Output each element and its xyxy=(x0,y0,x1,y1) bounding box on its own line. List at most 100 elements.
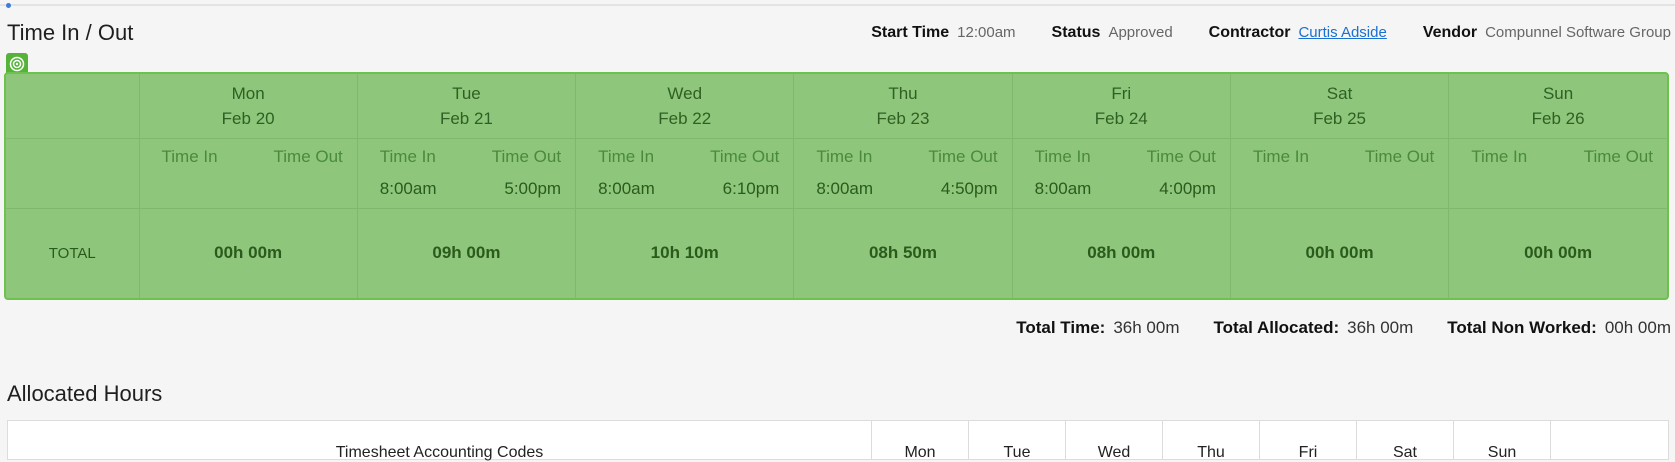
column-header xyxy=(1551,421,1668,459)
day-date: Feb 23 xyxy=(876,108,930,128)
column-header: Fri xyxy=(1260,421,1357,461)
time-out-label: Time Out xyxy=(491,147,562,166)
total-time-value: 36h 00m xyxy=(1113,318,1180,337)
allocated-hours-title: Allocated Hours xyxy=(7,381,163,406)
day-header: Thu Feb 23 xyxy=(793,74,1013,139)
day-name: Fri xyxy=(1111,83,1132,103)
column-header: Wed xyxy=(1066,421,1163,461)
total-allocated: Total Allocated: 36h 00m xyxy=(1214,318,1414,338)
time-in-label: Time In xyxy=(1252,147,1309,166)
meta-status: Status Approved xyxy=(1052,24,1173,42)
total-label: TOTAL xyxy=(6,207,140,298)
day-name: Sat xyxy=(1326,83,1353,103)
time-in-label: Time In xyxy=(379,147,436,166)
meta-vendor: Vendor Compunnel Software Group xyxy=(1423,24,1671,42)
time-out-label: Time Out xyxy=(1364,147,1435,166)
timesheet-meta: Start Time 12:00am Status Approved Contrac… xyxy=(871,24,1671,42)
row-label-cell xyxy=(6,137,140,209)
day-header: Fri Feb 24 xyxy=(1011,74,1231,139)
day-times: Time In Time Out 8:00am 5:00pm xyxy=(356,137,577,209)
time-in-value: 8:00am xyxy=(379,179,437,198)
total-non-worked-label: Total Non Worked: xyxy=(1447,318,1597,337)
total-non-worked-value: 00h 00m xyxy=(1604,318,1671,337)
time-in-value: 8:00am xyxy=(1034,179,1092,198)
time-in-value: 8:00am xyxy=(816,179,874,198)
day-name: Thu xyxy=(888,83,918,103)
day-total: 10h 10m xyxy=(575,207,795,298)
total-time: Total Time: 36h 00m xyxy=(1016,318,1179,338)
meta-start-time: Start Time 12:00am xyxy=(871,24,1015,42)
day-total: 08h 50m xyxy=(793,207,1013,298)
day-times: Time In Time Out xyxy=(138,137,358,209)
day-times: Time In Time Out xyxy=(1229,137,1450,209)
total-allocated-label: Total Allocated: xyxy=(1213,318,1340,337)
day-total: 08h 00m xyxy=(1011,207,1231,298)
meta-label: Vendor xyxy=(1422,24,1478,41)
allocated-hours-table: Timesheet Accounting Codes Mon Tue Wed T… xyxy=(7,420,1669,461)
day-date: Feb 22 xyxy=(658,108,712,128)
meta-label: Contractor xyxy=(1208,24,1291,41)
day-date: Feb 21 xyxy=(439,108,493,128)
page-title: Time In / Out xyxy=(7,20,134,45)
day-header: Wed Feb 22 xyxy=(575,74,795,139)
day-date: Feb 26 xyxy=(1531,108,1585,128)
column-header: Timesheet Accounting Codes xyxy=(8,421,872,461)
day-name: Sun xyxy=(1542,83,1574,103)
day-total: 00h 00m xyxy=(138,207,358,298)
day-total: 00h 00m xyxy=(1229,207,1450,298)
meta-value: 12:00am xyxy=(957,24,1016,41)
column-header: Tue xyxy=(969,421,1066,461)
time-in-label: Time In xyxy=(1034,147,1091,166)
day-times: Time In Time Out 8:00am 4:00pm xyxy=(1011,137,1231,209)
time-in-out-grid: Mon Feb 20 Tue Feb 21 Wed Feb 22 Thu Feb 23 … xyxy=(4,72,1669,300)
time-out-value: 4:00pm xyxy=(1159,179,1216,198)
day-times: Time In Time Out 8:00am 4:50pm xyxy=(793,137,1013,209)
time-out-value: 5:00pm xyxy=(504,179,562,198)
day-total: 09h 00m xyxy=(356,207,577,298)
time-row: Time In Time Out Time In Time Out 8:00am 5:0… xyxy=(6,137,1667,209)
corner-cell xyxy=(6,74,140,139)
time-in-label: Time In xyxy=(816,147,873,166)
contractor-link[interactable]: Curtis Adside xyxy=(1298,24,1386,41)
time-in-label: Time In xyxy=(161,147,218,166)
time-out-label: Time Out xyxy=(1583,147,1653,166)
total-time-label: Total Time: xyxy=(1016,318,1106,337)
progress-track xyxy=(0,4,1675,6)
progress-indicator xyxy=(6,3,11,8)
timesheet-totals: Total Time: 36h 00m Total Allocated: 36h 0… xyxy=(1016,318,1671,338)
time-in-label: Time In xyxy=(598,147,655,166)
time-in-out-table: Mon Feb 20 Tue Feb 21 Wed Feb 22 Thu Feb 23 … xyxy=(6,74,1667,298)
meta-label: Start Time xyxy=(871,24,950,41)
time-in-label: Time In xyxy=(1471,147,1528,166)
column-header: Sun xyxy=(1454,421,1551,461)
day-date: Feb 25 xyxy=(1313,108,1367,128)
meta-contractor: Contractor Curtis Adside xyxy=(1209,24,1387,42)
time-in-value: 8:00am xyxy=(598,179,655,198)
status-value: Approved xyxy=(1108,24,1173,41)
day-date: Feb 24 xyxy=(1094,108,1148,128)
total-allocated-value: 36h 00m xyxy=(1347,318,1414,337)
time-out-value: 6:10pm xyxy=(722,179,780,198)
day-header-row: Mon Feb 20 Tue Feb 21 Wed Feb 22 Thu Feb 23 … xyxy=(6,74,1667,139)
day-name: Mon xyxy=(231,83,265,103)
day-times: Time In Time Out xyxy=(1448,137,1667,209)
time-out-value: 4:50pm xyxy=(940,179,998,198)
day-header: Sun Feb 26 xyxy=(1448,74,1667,139)
column-header: Mon xyxy=(872,421,969,461)
day-times: Time In Time Out 8:00am 6:10pm xyxy=(575,137,795,209)
time-out-label: Time Out xyxy=(273,147,343,166)
column-header: Thu xyxy=(1163,421,1260,461)
time-out-label: Time Out xyxy=(928,147,998,166)
day-header: Mon Feb 20 xyxy=(138,74,358,139)
day-date: Feb 20 xyxy=(221,108,275,128)
total-non-worked: Total Non Worked: 00h 00m xyxy=(1447,318,1671,338)
total-row: TOTAL 00h 00m 09h 00m 10h 10m 08h 50m 08… xyxy=(6,207,1667,298)
column-header: Sat xyxy=(1357,421,1454,461)
day-name: Tue xyxy=(452,83,481,103)
day-header: Tue Feb 21 xyxy=(356,74,577,139)
meta-label: Status xyxy=(1051,24,1101,41)
day-header: Sat Feb 25 xyxy=(1229,74,1450,139)
day-name: Wed xyxy=(667,83,703,103)
meta-value: Compunnel Software Group xyxy=(1485,24,1671,41)
day-total: 00h 00m xyxy=(1448,207,1667,298)
